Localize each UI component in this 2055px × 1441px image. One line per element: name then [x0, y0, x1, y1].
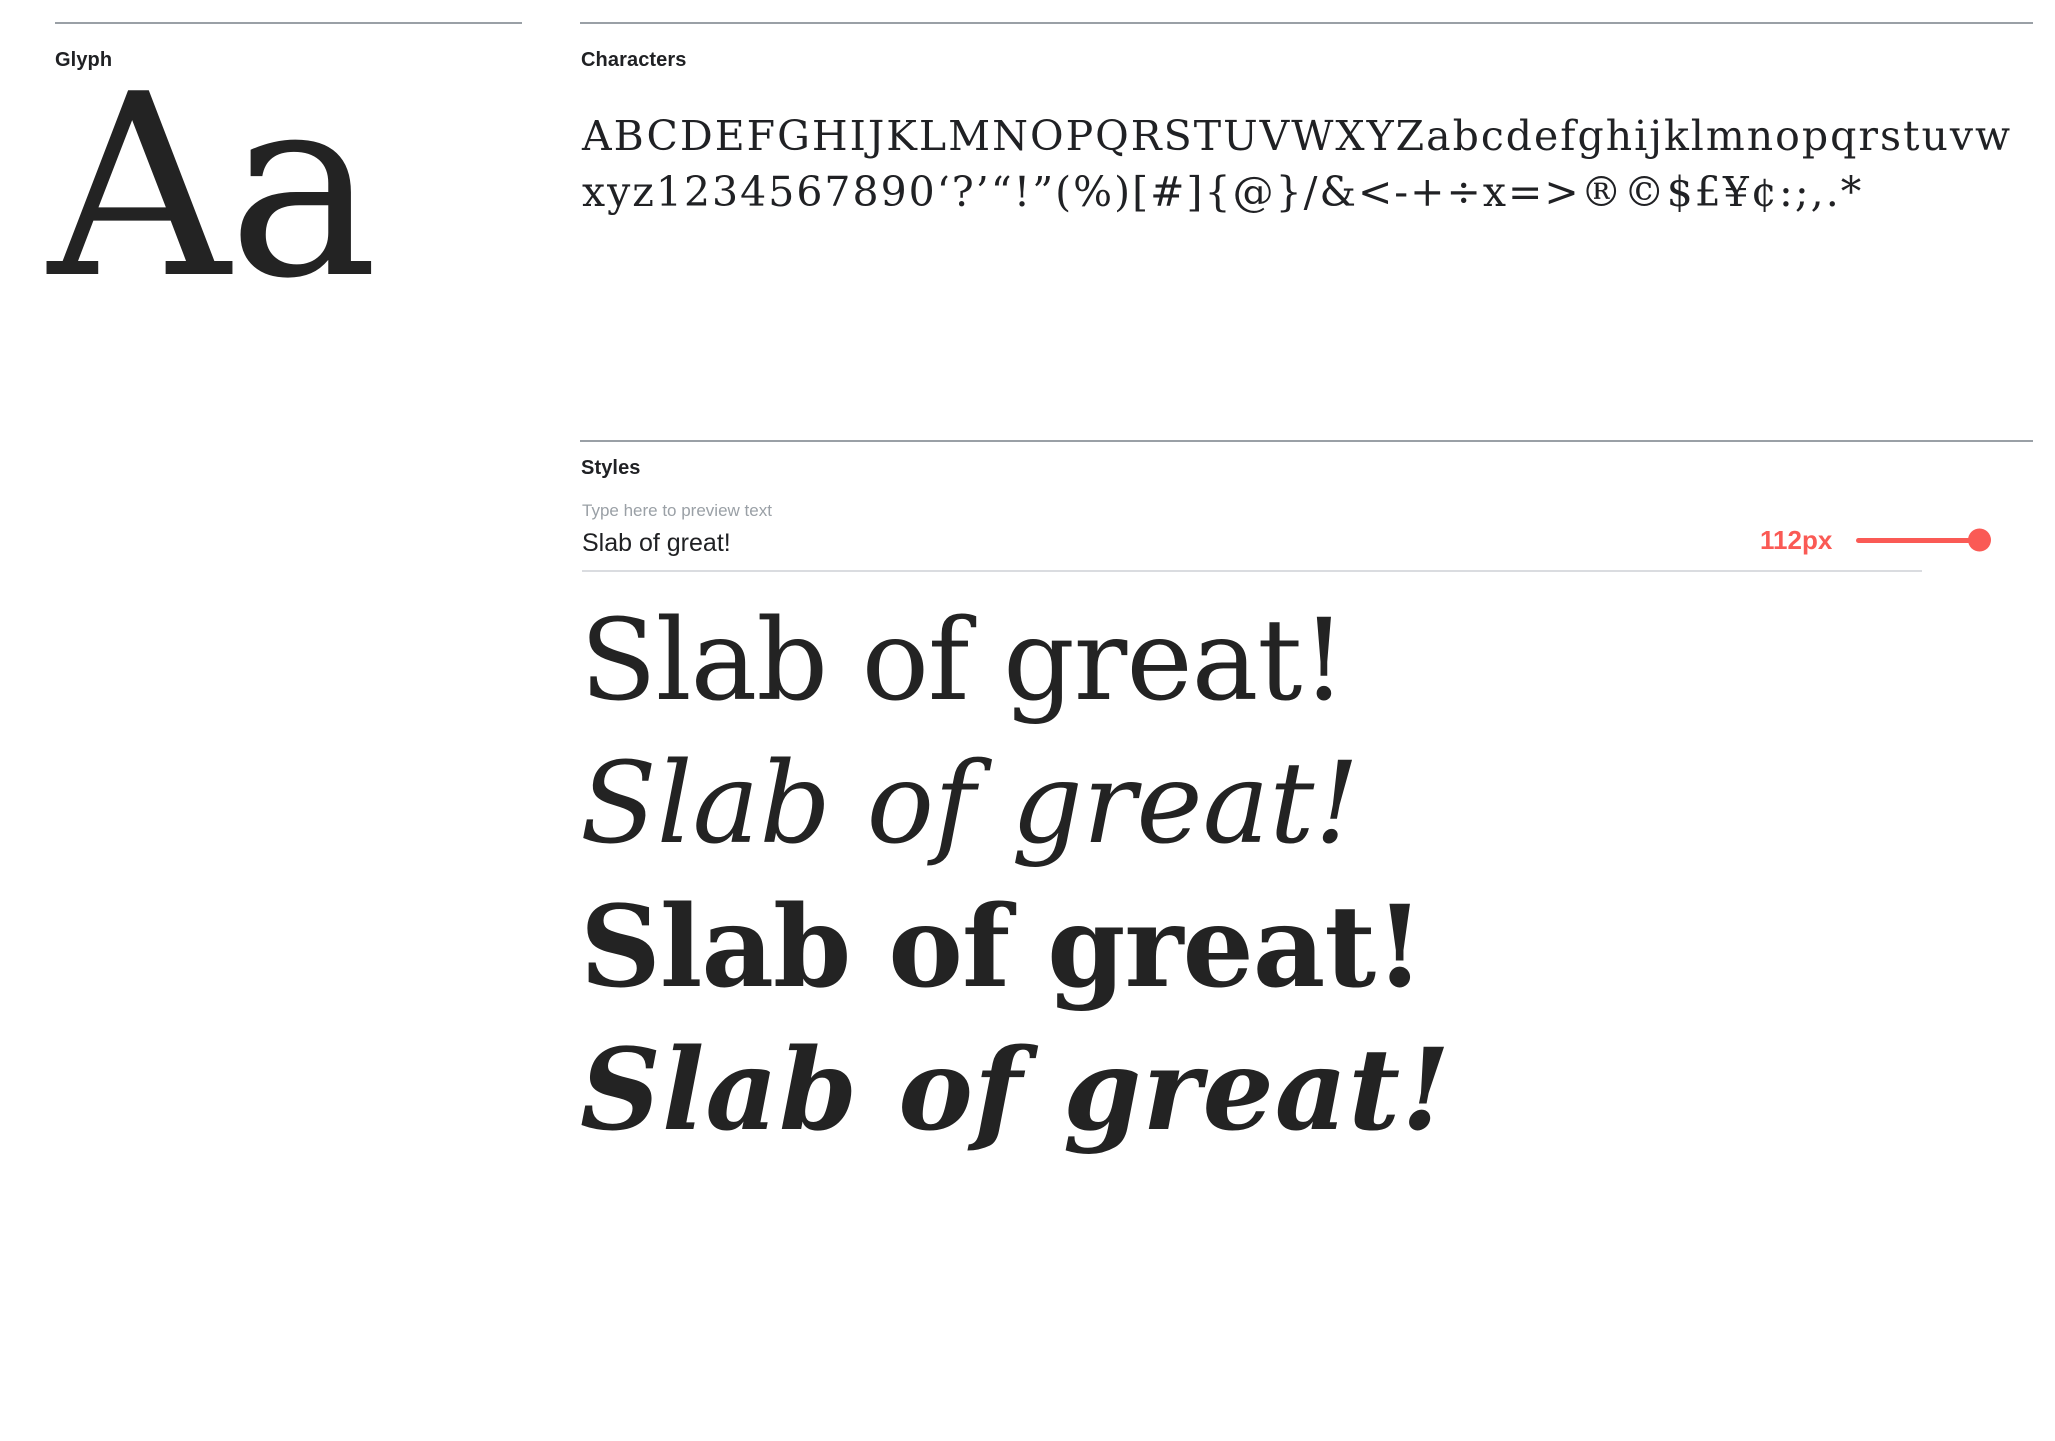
preview-input-label: Type here to preview text [582, 501, 772, 520]
font-size-value: 112px [1760, 524, 1833, 555]
content-panel: Characters ABCDEFGHIJKLMNOPQRSTUVWXYZabc… [580, 0, 2055, 1441]
style-sample-bold: Slab of great! [580, 882, 1424, 1013]
styles-section-label: Styles [581, 457, 641, 479]
style-sample-regular: Slab of great! [580, 596, 1346, 726]
glyph-panel: Glyph Aa [0, 0, 522, 1441]
glyph-section-divider [55, 22, 522, 24]
preview-input[interactable] [582, 525, 1922, 561]
font-size-slider-track[interactable] [1856, 528, 1992, 552]
glyph-sample-aa: Aa [48, 41, 378, 334]
style-sample-italic: Slab of great! [580, 739, 1360, 869]
preview-input-underline [582, 570, 1922, 572]
characters-section-divider [580, 22, 2033, 24]
character-set: ABCDEFGHIJKLMNOPQRSTUVWXYZabcdefghijklmn… [582, 112, 2013, 216]
style-sample-bold-italic: Slab of great! [580, 1025, 1452, 1156]
preview-text-field[interactable]: Type here to preview text [582, 500, 1922, 572]
styles-section-divider [580, 440, 2033, 442]
style-sample-list: Slab of great! Slab of great! Slab of gr… [580, 590, 2040, 1162]
font-size-slider-thumb[interactable] [1968, 528, 1992, 552]
font-size-slider-group[interactable]: 112px [1760, 520, 1992, 560]
characters-section-label: Characters [581, 49, 687, 71]
